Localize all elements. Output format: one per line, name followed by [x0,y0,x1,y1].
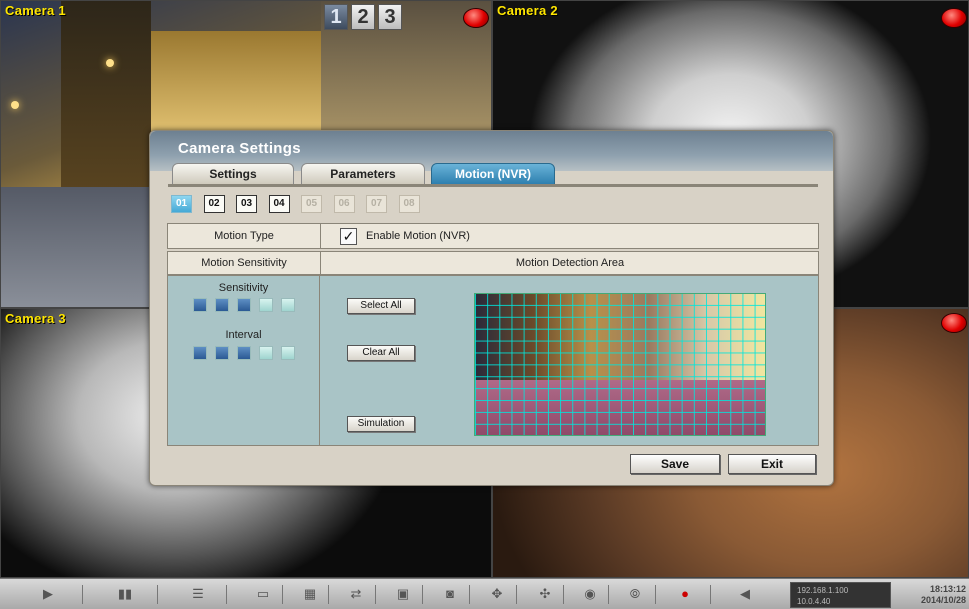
interval-level-step[interactable] [193,346,207,360]
channel-button-02[interactable]: 02 [203,195,225,213]
save-button[interactable]: Save [630,454,720,474]
channel-button-03[interactable]: 03 [236,195,257,213]
enable-motion-checkbox[interactable]: ✓ [340,228,357,245]
taskbar-separator [516,585,517,604]
snapshot-icon[interactable]: ◙ [440,586,460,602]
clock-date: 2014/10/28 [920,595,966,605]
sensitivity-label: Sensitivity [218,282,269,294]
page-button-3[interactable]: 3 [378,4,402,30]
interval-label: Interval [225,329,262,341]
taskbar: ▶ ▮▮ ☰ ▭ ▦ ⇄ ▣ ◙ ✥ ✣ ◉ ⦾ ● ◀ 192.168.1.100 10.0.4.40 … [0,578,969,609]
taskbar-separator [374,585,376,604]
layout-icon[interactable]: ▦ [300,586,320,602]
nvr-viewer: Camera 1 Camera 2 Camera 3 1 2 3 Camera … [0,0,969,609]
street [1,187,151,307]
page-button-2[interactable]: 2 [351,4,375,30]
taskbar-separator [81,585,83,604]
exit-button[interactable]: Exit [728,454,816,474]
channel-button-06: 06 [333,195,355,213]
camera-label: Camera 3 [5,311,66,326]
disk-icon[interactable]: ◉ [580,586,600,602]
live-view-icon[interactable]: ▮▮ [115,586,135,602]
camera-settings-dialog: Camera Settings Settings Parameters Moti… [149,130,834,486]
camera-label: Camera 1 [5,3,66,18]
street-lamp [11,101,19,109]
select-all-button[interactable]: Select All [347,298,415,314]
street-lamp [106,59,114,67]
taskbar-separator [225,585,227,604]
tab-settings[interactable]: Settings [172,163,294,185]
building [61,1,151,201]
taskbar-separator [710,585,711,604]
divider [320,224,321,248]
section-header-row: Motion Sensitivity Motion Detection Area [167,251,819,275]
motion-type-label: Motion Type [214,230,274,242]
record-indicator-icon[interactable] [463,8,489,28]
ip-secondary: 10.0.4.40 [797,597,831,606]
interval-level-step[interactable] [259,346,273,360]
record-icon[interactable]: ● [675,586,695,602]
motion-type-row: Motion Type ✓ Enable Motion (NVR) [167,223,819,249]
ip-primary: 192.168.1.100 [797,586,849,595]
channel-button-08: 08 [398,195,420,213]
sequence-icon[interactable]: ⇄ [346,586,366,602]
interval-level-step[interactable] [237,346,251,360]
move-icon[interactable]: ✣ [535,586,555,602]
channel-button-05: 05 [301,195,322,213]
clear-all-button[interactable]: Clear All [347,345,415,361]
motion-detection-area-header: Motion Detection Area [515,257,625,269]
interval-level-step[interactable] [215,346,229,360]
sensitivity-level-step[interactable] [215,298,229,312]
interval-level-step[interactable] [281,346,295,360]
record-indicator-icon[interactable] [941,313,967,333]
channel-button-04[interactable]: 04 [268,195,290,213]
ptz-icon[interactable]: ✥ [487,586,507,602]
grid-lines [475,294,765,435]
taskbar-separator [562,585,564,604]
page-button-1[interactable]: 1 [324,4,348,30]
enable-motion-label: Enable Motion (NVR) [366,230,470,242]
camera-label: Camera 2 [497,3,558,18]
motion-sensitivity-header: Motion Sensitivity [201,257,287,269]
taskbar-separator [468,585,470,604]
switch-icon[interactable]: ▣ [393,586,413,602]
playback-icon[interactable]: ▶ [38,586,58,602]
monitor-icon[interactable]: ▭ [253,586,273,602]
simulation-button[interactable]: Simulation [347,416,415,432]
motion-detection-grid[interactable] [474,293,766,436]
channel-button-07: 07 [366,195,387,213]
clock: 18:13:12 2014/10/28 [896,582,966,608]
taskbar-separator [607,585,609,604]
volume-icon[interactable]: ◀ [735,586,755,602]
sensitivity-level-step[interactable] [259,298,273,312]
tab-motion-nvr[interactable]: Motion (NVR) [431,163,555,185]
record-indicator-icon[interactable] [941,8,967,28]
menu-icon[interactable]: ☰ [188,586,208,602]
sensitivity-level-step[interactable] [193,298,207,312]
dialog-title: Camera Settings [178,140,301,157]
taskbar-separator [328,585,329,604]
taskbar-separator [421,585,423,604]
page-switcher: 1 2 3 [324,4,402,30]
taskbar-separator [655,585,656,604]
network-info: 192.168.1.100 10.0.4.40 [790,582,891,608]
taskbar-separator [156,585,158,604]
channel-button-01[interactable]: 01 [171,195,192,213]
sensitivity-level-step[interactable] [281,298,295,312]
tab-parameters[interactable]: Parameters [301,163,425,185]
tab-divider [168,184,818,187]
sensitivity-panel: Sensitivity Interval [167,275,320,446]
sensitivity-level-step[interactable] [237,298,251,312]
audio-icon[interactable]: ⦾ [625,586,645,602]
taskbar-separator [281,585,283,604]
clock-time: 18:13:12 [929,584,966,594]
